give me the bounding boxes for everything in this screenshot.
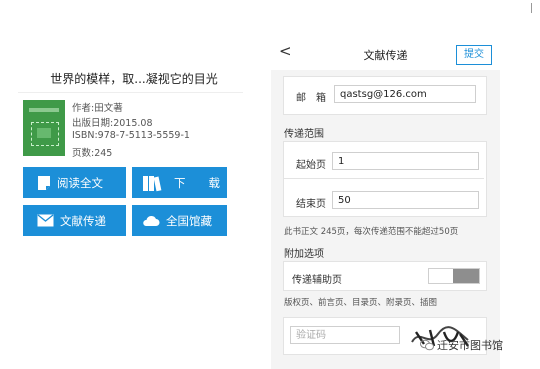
range-divider (284, 178, 484, 179)
watermark: 迁安市图书馆 (420, 337, 503, 354)
end-page-input[interactable]: 50 (332, 191, 479, 209)
start-page-label: 起始页 (296, 160, 326, 171)
corner-mark (531, 3, 532, 13)
document-icon (37, 175, 51, 191)
book-author: 作者:田文著 (72, 103, 123, 114)
download-button[interactable]: 下 载 (132, 167, 227, 198)
submit-button[interactable]: 提交 (456, 45, 492, 65)
aux-pages-toggle[interactable] (428, 268, 480, 284)
book-pages: 页数:245 (72, 148, 113, 159)
range-section-title: 传递范围 (284, 129, 324, 140)
aux-pages-label: 传递辅助页 (292, 275, 342, 286)
document-delivery-label: 文献传递 (60, 213, 106, 228)
captcha-input[interactable]: 验证码 (290, 326, 400, 344)
download-label: 下 载 (174, 175, 220, 190)
watermark-text: 迁安市图书馆 (437, 339, 503, 352)
nationwide-holdings-label: 全国馆藏 (166, 213, 212, 228)
extra-section-title: 附加选项 (284, 249, 324, 260)
read-full-button[interactable]: 阅读全文 (23, 167, 126, 198)
aux-pages-note: 版权页、前言页、目录页、附录页、插图 (284, 298, 438, 308)
start-page-input[interactable]: 1 (332, 152, 479, 170)
toggle-knob (453, 269, 479, 283)
email-field[interactable]: qastsg@126.com (334, 85, 476, 103)
books-icon (142, 174, 162, 192)
email-label: 邮 箱 (296, 93, 326, 104)
cloud-icon (142, 215, 160, 227)
book-publish-date: 出版日期:2015.08 (72, 118, 153, 129)
document-delivery-button[interactable]: 文献传递 (23, 205, 126, 236)
envelope-icon (37, 214, 54, 227)
nationwide-holdings-button[interactable]: 全国馆藏 (132, 205, 227, 236)
divider (18, 92, 243, 93)
book-title: 世界的模样，取...凝视它的目光 (50, 72, 218, 86)
book-isbn: ISBN:978-7-5113-5559-1 (72, 130, 190, 141)
range-note: 此书正文 245页，每次传递范围不能超过50页 (284, 227, 459, 237)
book-cover (23, 100, 65, 156)
read-full-label: 阅读全文 (57, 175, 103, 190)
end-page-label: 结束页 (296, 199, 326, 210)
wechat-icon (420, 339, 434, 354)
